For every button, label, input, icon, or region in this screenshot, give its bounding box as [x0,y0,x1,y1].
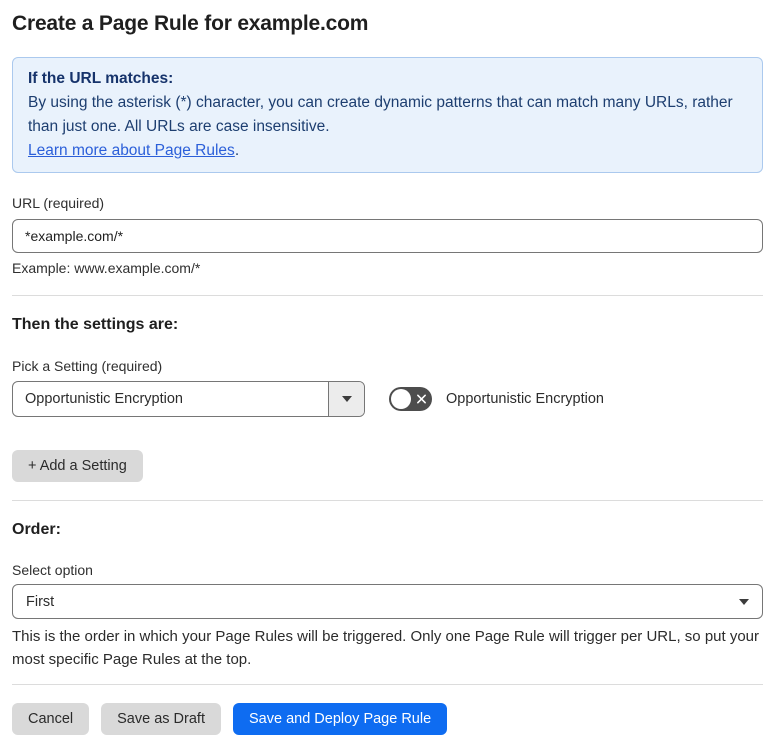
setting-row: Opportunistic Encryption Opportunistic E… [12,381,763,417]
save-deploy-button[interactable]: Save and Deploy Page Rule [232,703,448,735]
divider [12,295,763,296]
x-icon [417,394,426,404]
toggle-knob [391,389,411,409]
order-section-heading: Order: [12,521,61,538]
learn-more-link[interactable]: Learn more about Page Rules [28,142,235,159]
divider [12,684,763,685]
info-banner-heading: If the URL matches: [28,70,174,87]
opportunistic-encryption-toggle[interactable] [389,387,432,411]
link-suffix: . [234,142,240,159]
info-banner-link-line: Learn more about Page Rules. [28,139,747,163]
setting-picker-arrow-button[interactable] [328,382,364,416]
page-title: Create a Page Rule for example.com [12,12,369,35]
order-select-value: First [26,593,55,610]
save-draft-button[interactable]: Save as Draft [101,703,221,735]
order-select-label: Select option [12,562,93,578]
divider [12,500,763,501]
order-select[interactable]: First [12,584,763,619]
settings-section-heading: Then the settings are: [12,316,179,333]
toggle-label: Opportunistic Encryption [446,391,604,407]
footer-actions: Cancel Save as Draft Save and Deploy Pag… [12,703,763,735]
url-match-info-banner: If the URL matches: By using the asteris… [12,57,763,173]
chevron-down-icon [341,396,352,402]
setting-picker-dropdown[interactable]: Opportunistic Encryption [12,381,365,417]
setting-picker-value: Opportunistic Encryption [25,391,183,407]
setting-picker-label: Pick a Setting (required) [12,358,163,374]
page-rule-form: Create a Page Rule for example.com If th… [0,12,775,735]
add-setting-button[interactable]: + Add a Setting [12,450,143,482]
cancel-button[interactable]: Cancel [12,703,90,735]
info-banner-body: By using the asterisk (*) character, you… [28,94,733,135]
url-input[interactable] [12,219,763,253]
chevron-down-icon [739,598,749,605]
order-helper-text: This is the order in which your Page Rul… [12,628,760,668]
url-label: URL (required) [12,195,105,211]
url-helper-text: Example: www.example.com/* [12,260,201,276]
